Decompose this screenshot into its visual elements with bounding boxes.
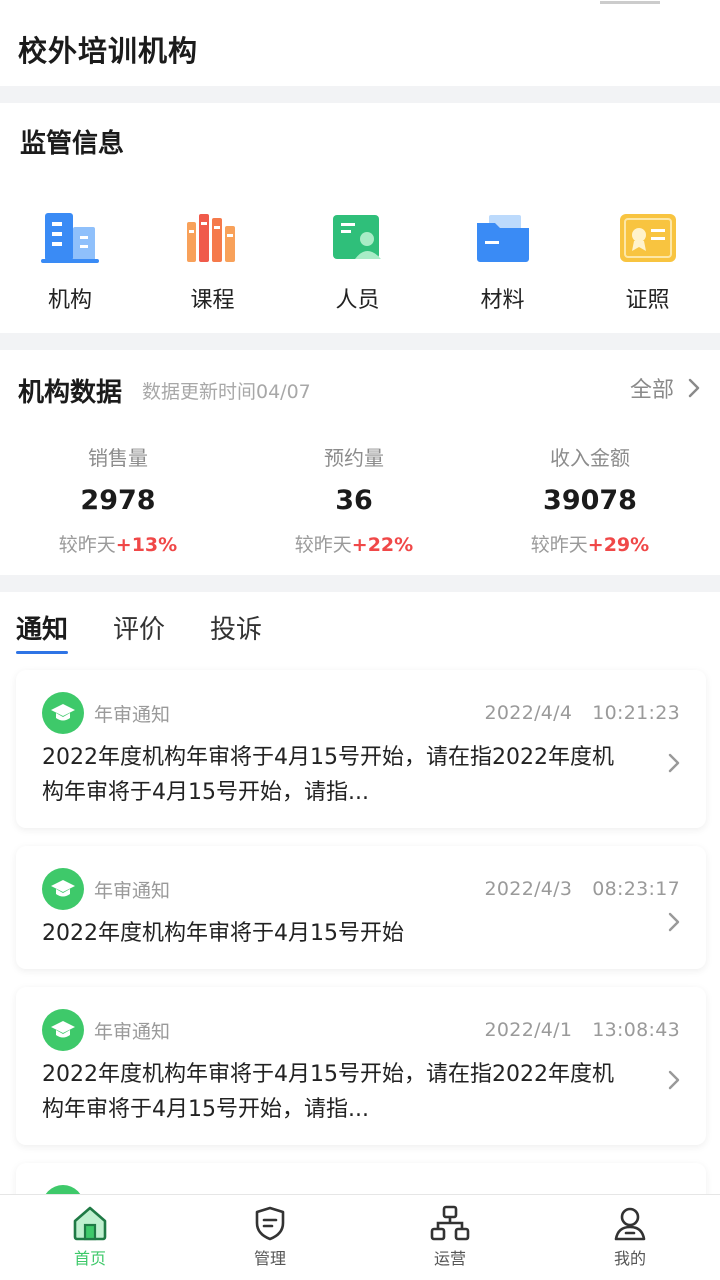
notice-head: 年审通知 2022/4/1 13:08:43 [42,1009,680,1051]
person-card-icon [328,208,388,268]
stat-label: 预约量 [324,446,384,470]
supervision-item-personnel[interactable]: 人员 [285,208,430,314]
stat-value: 36 [335,485,373,516]
building-icon [40,208,100,268]
tabbar-label: 运营 [433,1249,466,1268]
supervision-card: 监管信息 机构 课程 人员 材料 证照 [0,103,720,333]
stat-compare: 较昨天+29% [531,530,649,557]
tabbar-label: 管理 [253,1249,286,1268]
folder-icon [473,208,533,268]
org-data-card: 机构数据 数据更新时间04/07 全部 销售量 2978 较昨天+13% 预约量… [0,350,720,575]
notice-date: 2022/4/1 [484,1019,573,1041]
chevron-right-icon [668,912,680,931]
graduation-cap-icon [42,868,84,910]
all-link[interactable]: 全部 [630,372,700,404]
notice-item[interactable]: 年审通知 2022/4/1 13:08:43 2022年度机构年审将于4月15号开… [16,987,706,1145]
stat-label: 收入金额 [550,446,630,470]
tabbar-manage[interactable]: 管理 [180,1195,360,1280]
supervision-item-label: 证照 [625,288,670,313]
tab-complaint[interactable]: 投诉 [210,609,262,646]
stat-value: 39078 [543,485,637,516]
update-time: 数据更新时间04/07 [142,381,311,403]
compare-prefix: 较昨天 [294,534,352,556]
page-title: 校外培训机构 [18,34,199,68]
stat-compare: 较昨天+22% [295,530,413,557]
notice-area: 通知 评价 投诉 年审通知 2022/4/4 10:21:23 2022年度机构年… [0,592,720,1212]
notice-time: 10:21:23 [592,702,680,724]
notice-list: 年审通知 2022/4/4 10:21:23 2022年度机构年审将于4月15号开… [0,662,720,1212]
tab-notice[interactable]: 通知 [16,609,69,654]
bottom-tab-bar: 首页 管理 运营 我的 [0,1194,720,1280]
tab-review[interactable]: 评价 [113,609,165,646]
graduation-cap-icon [42,692,84,734]
compare-value: +13% [115,534,178,556]
status-bar-fragment [600,0,660,4]
compare-value: +22% [351,534,414,556]
compare-prefix: 较昨天 [530,534,588,556]
notice-head: 年审通知 2022/4/3 08:23:17 [42,868,680,910]
notice-head: 年审通知 2022/4/4 10:21:23 [42,692,680,734]
stat-compare: 较昨天+13% [59,530,177,557]
stat-label: 销售量 [88,446,148,470]
all-link-label: 全部 [629,378,674,403]
tabbar-label: 首页 [73,1249,106,1268]
supervision-item-institution[interactable]: 机构 [0,208,140,314]
chevron-right-icon [688,378,700,398]
user-icon [614,1207,646,1241]
home-icon [73,1206,107,1241]
stat-revenue[interactable]: 收入金额 39078 较昨天+29% [472,442,708,557]
compare-prefix: 较昨天 [58,534,116,556]
notice-item[interactable]: 年审通知 2022/4/3 08:23:17 2022年度机构年审将于4月15号开… [16,846,706,969]
chevron-right-icon [668,1070,680,1090]
notice-text: 2022年度机构年审将于4月15号开始，请在指2022年度机构年审将于4月15号… [42,1062,614,1122]
notice-date: 2022/4/3 [484,878,573,900]
tabbar-home[interactable]: 首页 [0,1195,180,1280]
shield-icon [255,1206,285,1241]
tabbar-mine[interactable]: 我的 [540,1195,720,1280]
notice-type: 年审通知 [94,703,171,726]
notice-datetime: 2022/4/3 08:23:17 [485,878,680,900]
notice-datetime: 2022/4/4 10:21:23 [485,702,680,724]
stat-sales[interactable]: 销售量 2978 较昨天+13% [0,442,236,557]
chevron-right-icon [668,753,680,773]
notice-time: 08:23:17 [592,878,680,900]
books-icon [183,208,243,268]
notice-time: 13:08:43 [592,1019,680,1041]
supervision-grid: 机构 课程 人员 材料 证照 [0,208,720,314]
supervision-item-materials[interactable]: 材料 [430,208,575,314]
certificate-icon [618,208,678,268]
notice-type: 年审通知 [94,1020,171,1043]
compare-value: +29% [587,534,650,556]
supervision-item-label: 材料 [480,288,525,313]
org-data-title: 机构数据 [18,378,123,408]
org-chart-icon [430,1205,470,1241]
tabbar-operations[interactable]: 运营 [360,1195,540,1280]
stat-bookings[interactable]: 预约量 36 较昨天+22% [236,442,472,557]
notice-text: 2022年度机构年审将于4月15号开始，请在指2022年度机构年审将于4月15号… [42,745,614,805]
app-header: 校外培训机构 [0,0,720,86]
tabbar-label: 我的 [613,1249,646,1268]
supervision-item-course[interactable]: 课程 [140,208,285,314]
graduation-cap-icon [42,1009,84,1051]
notice-item[interactable]: 年审通知 2022/4/4 10:21:23 2022年度机构年审将于4月15号开… [16,670,706,828]
supervision-title: 监管信息 [20,129,125,159]
supervision-item-label: 人员 [335,288,380,313]
notice-datetime: 2022/4/1 13:08:43 [485,1019,680,1041]
supervision-item-label: 机构 [48,288,93,313]
stat-value: 2978 [80,485,156,516]
stats-row: 销售量 2978 较昨天+13% 预约量 36 较昨天+22% 收入金额 390… [0,442,720,557]
supervision-item-license[interactable]: 证照 [575,208,720,314]
supervision-item-label: 课程 [190,288,235,313]
notice-text: 2022年度机构年审将于4月15号开始 [42,921,404,946]
notice-type: 年审通知 [94,879,171,902]
notice-tabs: 通知 评价 投诉 [0,592,720,662]
notice-date: 2022/4/4 [484,702,573,724]
